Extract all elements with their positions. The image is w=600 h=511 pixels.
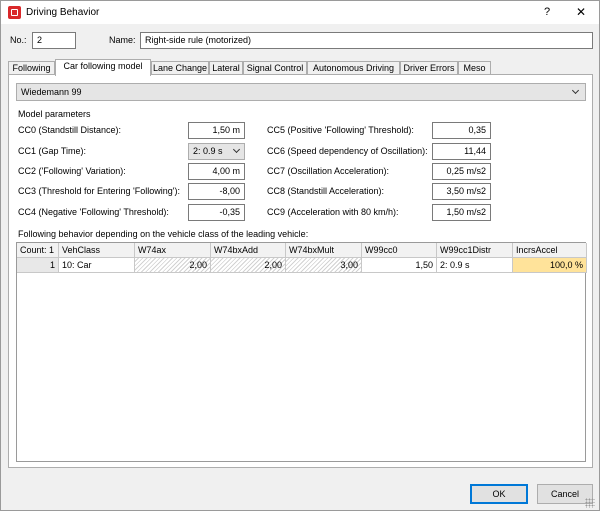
- cc3-label: CC3 (Threshold for Entering 'Following')…: [18, 186, 180, 196]
- tab-meso[interactable]: Meso: [458, 61, 491, 75]
- cc7-field[interactable]: 0,25 m/s2: [432, 163, 491, 180]
- row-number[interactable]: 1: [17, 258, 59, 273]
- model-select-value: Wiedemann 99: [21, 87, 82, 97]
- cc2-label: CC2 ('Following' Variation):: [18, 166, 126, 176]
- cell-w99cc0[interactable]: 1,50: [362, 258, 437, 273]
- cc5-field[interactable]: 0,35: [432, 122, 491, 139]
- cc0-label: CC0 (Standstill Distance):: [18, 125, 122, 135]
- cc8-label: CC8 (Standstill Acceleration):: [267, 186, 385, 196]
- cc9-label: CC9 (Acceleration with 80 km/h):: [267, 207, 399, 217]
- column-header-w74bxadd[interactable]: W74bxAdd: [211, 243, 286, 258]
- chevron-down-icon: [232, 145, 241, 154]
- cell-w74bxmult: 3,00: [286, 258, 362, 273]
- column-header-vehclass[interactable]: VehClass: [59, 243, 135, 258]
- column-header-incrsaccel[interactable]: IncrsAccel: [513, 243, 587, 258]
- name-field[interactable]: Right-side rule (motorized): [140, 32, 593, 49]
- table-caption: Following behavior depending on the vehi…: [18, 229, 309, 239]
- close-button[interactable]: ✕: [569, 3, 593, 22]
- cc6-field[interactable]: 11,44: [432, 143, 491, 160]
- cc2-field[interactable]: 4,00 m: [188, 163, 245, 180]
- cell-incrsaccel[interactable]: 100,0 %: [513, 258, 587, 273]
- help-button[interactable]: ?: [537, 3, 557, 22]
- no-field[interactable]: 2: [32, 32, 76, 49]
- cc9-field[interactable]: 1,50 m/s2: [432, 204, 491, 221]
- column-header-w74ax[interactable]: W74ax: [135, 243, 211, 258]
- cc1-select-value: 2: 0.9 s: [193, 146, 223, 156]
- chevron-down-icon: [571, 86, 580, 95]
- tab-lane-change[interactable]: Lane Change: [151, 61, 209, 75]
- app-icon: [8, 6, 21, 19]
- ok-button[interactable]: OK: [470, 484, 528, 504]
- tab-lateral[interactable]: Lateral: [209, 61, 243, 75]
- cc8-field[interactable]: 3,50 m/s2: [432, 183, 491, 200]
- cell-w74ax: 2,00: [135, 258, 211, 273]
- title-bar: Driving Behavior ? ✕: [1, 1, 599, 24]
- cc3-field[interactable]: -8,00: [188, 183, 245, 200]
- window-title: Driving Behavior: [26, 7, 100, 18]
- cell-w74bxadd: 2,00: [211, 258, 286, 273]
- cc4-field[interactable]: -0,35: [188, 204, 245, 221]
- tab-following[interactable]: Following: [8, 61, 55, 75]
- no-label: No.:: [10, 35, 27, 45]
- cc5-label: CC5 (Positive 'Following' Threshold):: [267, 125, 414, 135]
- cc1-select[interactable]: 2: 0.9 s: [188, 143, 245, 160]
- resize-grip[interactable]: [585, 498, 595, 508]
- cc1-label: CC1 (Gap Time):: [18, 146, 87, 156]
- column-header-w74bxmult[interactable]: W74bxMult: [286, 243, 362, 258]
- cc7-label: CC7 (Oscillation Acceleration):: [267, 166, 390, 176]
- model-parameters-heading: Model parameters: [18, 109, 91, 119]
- tab-car-following-model[interactable]: Car following model: [55, 59, 151, 76]
- column-header-w99cc0[interactable]: W99cc0: [362, 243, 437, 258]
- driving-behavior-dialog: Driving Behavior ? ✕ No.: 2 Name: Right-…: [0, 0, 600, 511]
- following-behavior-grid[interactable]: Count: 1 VehClass W74ax W74bxAdd W74bxMu…: [16, 242, 587, 462]
- cc4-label: CC4 (Negative 'Following' Threshold):: [18, 207, 169, 217]
- cell-vehclass[interactable]: 10: Car: [59, 258, 135, 273]
- cc6-label: CC6 (Speed dependency of Oscillation):: [267, 146, 428, 156]
- cell-w99cc1distr[interactable]: 2: 0.9 s: [437, 258, 513, 273]
- tab-autonomous-driving[interactable]: Autonomous Driving: [307, 61, 400, 75]
- name-label: Name:: [109, 35, 136, 45]
- tab-signal-control[interactable]: Signal Control: [243, 61, 307, 75]
- cc0-field[interactable]: 1,50 m: [188, 122, 245, 139]
- tab-driver-errors[interactable]: Driver Errors: [400, 61, 458, 75]
- column-header-count[interactable]: Count: 1: [17, 243, 59, 258]
- column-header-w99cc1distr[interactable]: W99cc1Distr: [437, 243, 513, 258]
- car-following-model-select[interactable]: Wiedemann 99: [16, 83, 586, 101]
